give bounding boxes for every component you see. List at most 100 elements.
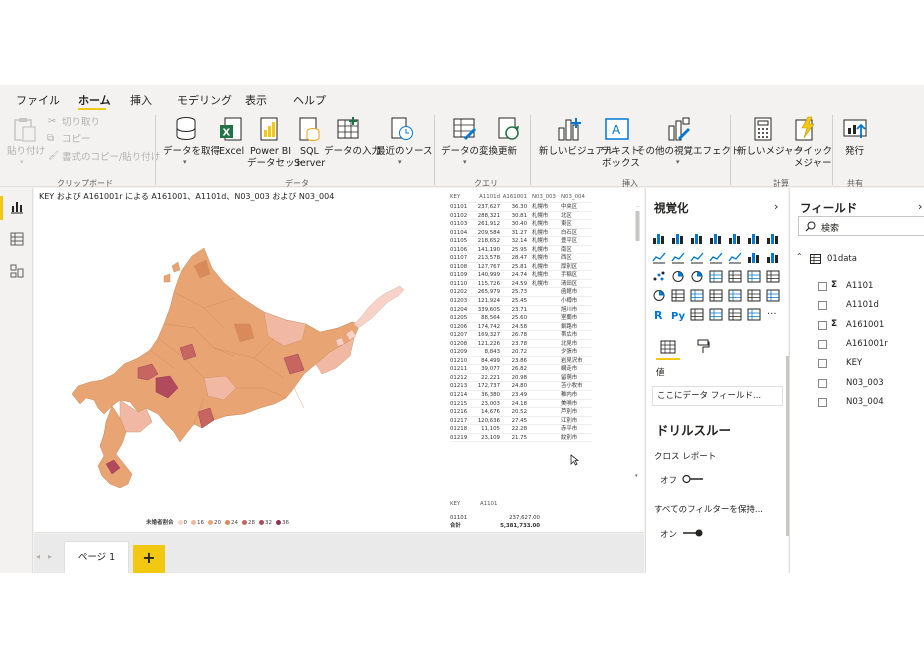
table-scrollbar[interactable]: ▾ (635, 206, 640, 478)
more-visuals-button[interactable]: その他の視覚エフェクト (636, 146, 741, 158)
menu-insert[interactable]: 挿入 (130, 92, 152, 108)
table-column-header[interactable]: KEY (450, 193, 472, 202)
hokkaido-choropleth-map[interactable] (54, 228, 414, 508)
copy-button[interactable]: コピー (62, 134, 91, 146)
waterfall-icon[interactable] (747, 251, 761, 264)
kpi-icon[interactable] (709, 289, 723, 302)
area-icon[interactable] (652, 251, 666, 264)
r-visual-icon[interactable]: R (652, 308, 666, 321)
get-data-button[interactable]: データを取得 (163, 146, 220, 158)
cross-report-toggle[interactable] (682, 474, 704, 484)
field-checkbox[interactable] (818, 359, 827, 369)
search-input[interactable]: 検索 (821, 221, 839, 234)
fields-tab-icon[interactable] (660, 340, 676, 354)
textbox-line1[interactable]: テキスト (602, 146, 640, 158)
format-painter-button[interactable]: 書式のコピー/貼り付け (62, 152, 160, 164)
field-item[interactable]: N03_003 (790, 375, 924, 393)
qa-icon[interactable] (728, 308, 742, 321)
menu-help[interactable]: ヘルプ (293, 92, 326, 108)
stacked-area-icon[interactable] (671, 251, 685, 264)
clustered-column-icon[interactable] (709, 232, 723, 245)
line-icon[interactable] (766, 232, 780, 245)
transform-data-button[interactable]: データの変換 (441, 146, 498, 158)
data-table[interactable]: KEY A1101d A161001 N03_003 N03_004 01101 237,6… (450, 193, 592, 443)
clustered-bar-icon[interactable] (690, 232, 704, 245)
add-page-button[interactable]: + (133, 545, 165, 573)
stacked-column-icon[interactable] (671, 232, 685, 245)
table-name[interactable]: 01data (827, 254, 857, 264)
field-item[interactable]: N03_004 (790, 394, 924, 412)
table-column-header[interactable]: N03_003 (529, 193, 561, 202)
field-checkbox[interactable] (818, 301, 827, 311)
card-icon[interactable] (671, 289, 685, 302)
field-item[interactable]: A1101d (790, 297, 924, 315)
chevron-down-icon[interactable]: ⌃ (796, 252, 803, 261)
menu-modeling[interactable]: モデリング (177, 92, 232, 108)
refresh-button[interactable]: 更新 (498, 146, 517, 158)
publish-button[interactable]: 発行 (845, 146, 864, 158)
table-column-header[interactable]: A161001 (502, 193, 529, 202)
field-checkbox[interactable] (818, 378, 827, 388)
field-item[interactable]: A161001r (790, 336, 924, 354)
field-checkbox[interactable] (818, 282, 827, 291)
donut-icon[interactable] (690, 270, 704, 283)
format-paint-roller-icon[interactable] (696, 339, 710, 355)
stacked-bar-icon[interactable] (652, 232, 666, 245)
model-view-icon[interactable] (10, 264, 24, 278)
data-view-icon[interactable] (10, 232, 24, 246)
fields-search[interactable]: 検索 (798, 216, 924, 236)
field-checkbox[interactable] (818, 339, 827, 349)
power-bi-dataset-line1[interactable]: Power BI (250, 146, 291, 158)
excel-button[interactable]: Excel (219, 146, 244, 158)
key-influencers-icon[interactable] (690, 308, 704, 321)
quick-measure-line2[interactable]: メジャー (794, 158, 832, 170)
slicer-icon[interactable] (728, 289, 742, 302)
field-item[interactable]: Σ A1101 (790, 278, 924, 296)
cut-button[interactable]: 切り取り (62, 117, 100, 129)
matrix-icon[interactable] (766, 289, 780, 302)
100-bar-icon[interactable] (728, 232, 742, 245)
menu-file[interactable]: ファイル (16, 92, 60, 108)
report-view-icon[interactable] (10, 200, 24, 214)
enter-data-button[interactable]: データの入力 (324, 146, 381, 158)
chevron-right-icon[interactable]: › (918, 200, 922, 213)
shape-map-icon[interactable] (766, 270, 780, 283)
total-table[interactable]: KEY A1101 01101 237,627.00 合計 5,381,733.… (450, 500, 590, 531)
textbox-line2[interactable]: ボックス (602, 158, 640, 170)
table-column-header[interactable]: N03_004 (561, 193, 591, 202)
quick-measure-line1[interactable]: クイック (794, 146, 832, 158)
page-nav-arrows-icon[interactable]: ◂▸ (36, 552, 60, 561)
filled-map-icon[interactable] (747, 270, 761, 283)
more-visuals-ellipsis-icon[interactable]: ··· (766, 308, 780, 321)
map-icon[interactable] (728, 270, 742, 283)
field-checkbox[interactable] (818, 320, 827, 330)
menu-home[interactable]: ホーム (78, 92, 111, 108)
100-column-icon[interactable] (747, 232, 761, 245)
tab-page-1[interactable]: ページ 1 (64, 541, 129, 573)
table-visual-icon[interactable] (747, 289, 761, 302)
paginated-icon[interactable] (747, 308, 761, 321)
chevron-right-icon[interactable]: › (774, 200, 778, 213)
pie-icon[interactable] (671, 270, 685, 283)
recent-sources-button[interactable]: 最近のソース (376, 146, 433, 158)
table-column-header[interactable]: A1101d (472, 193, 502, 202)
ribbon-chart-icon[interactable] (728, 251, 742, 264)
decomposition-tree-icon[interactable] (709, 308, 723, 321)
field-item[interactable]: KEY (790, 355, 924, 373)
values-drop-field[interactable]: ここにデータ フィールド... (652, 386, 783, 406)
multi-card-icon[interactable] (690, 289, 704, 302)
python-visual-icon[interactable]: Py (671, 308, 685, 321)
sql-server-line1[interactable]: SQL (300, 146, 319, 158)
paste-button[interactable]: 貼り付け (7, 146, 45, 158)
funnel-icon[interactable] (766, 251, 780, 264)
field-item[interactable]: Σ A161001 (790, 317, 924, 335)
scatter-icon[interactable] (652, 270, 666, 283)
menu-view[interactable]: 表示 (245, 92, 267, 108)
keep-filters-toggle[interactable] (682, 528, 704, 538)
gauge-icon[interactable] (652, 289, 666, 302)
sql-server-line2[interactable]: Server (294, 158, 325, 170)
treemap-icon[interactable] (709, 270, 723, 283)
line-clustered-icon[interactable] (709, 251, 723, 264)
field-checkbox[interactable] (818, 397, 827, 407)
line-column-icon[interactable] (690, 251, 704, 264)
